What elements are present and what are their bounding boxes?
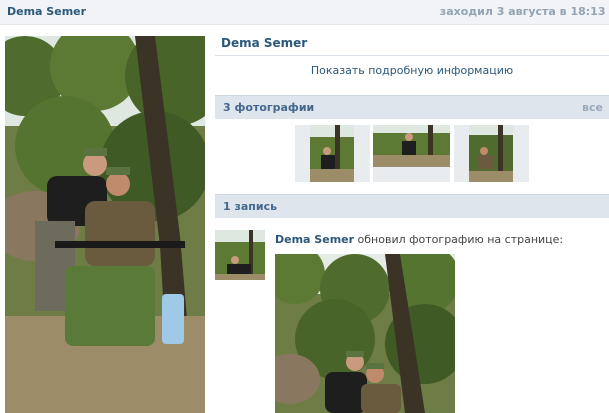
photos-section-header[interactable]: 3 фотографии все: [215, 95, 609, 119]
photos-section-title[interactable]: 3 фотографии: [223, 101, 314, 114]
top-bar: Dema Semer заходил 3 августа в 18:13 б: [0, 0, 609, 25]
profile-photo[interactable]: [5, 36, 205, 413]
post-author-link[interactable]: Dema Semer: [275, 233, 354, 246]
last-seen-status: заходил 3 августа в 18:13 б: [439, 5, 609, 18]
photos-all-link[interactable]: все: [582, 101, 603, 114]
topbar-user-name[interactable]: Dema Semer: [7, 5, 86, 18]
profile-name: Dema Semer: [221, 36, 308, 50]
posts-section-title[interactable]: 1 запись: [223, 200, 277, 213]
post-photo[interactable]: [275, 254, 455, 413]
photo-thumbnail[interactable]: [454, 125, 529, 182]
post-author-avatar[interactable]: [215, 230, 265, 280]
post-action-text: обновил фотографию на странице:: [357, 233, 564, 246]
photo-thumbnail[interactable]: [295, 125, 370, 182]
photo-thumbnail[interactable]: [373, 125, 450, 182]
show-more-info-link[interactable]: Показать подробную информацию: [215, 64, 609, 77]
post-header: Dema Semer обновил фотографию на страниц…: [275, 233, 563, 246]
divider: [215, 55, 609, 56]
posts-section-header[interactable]: 1 запись: [215, 194, 609, 218]
